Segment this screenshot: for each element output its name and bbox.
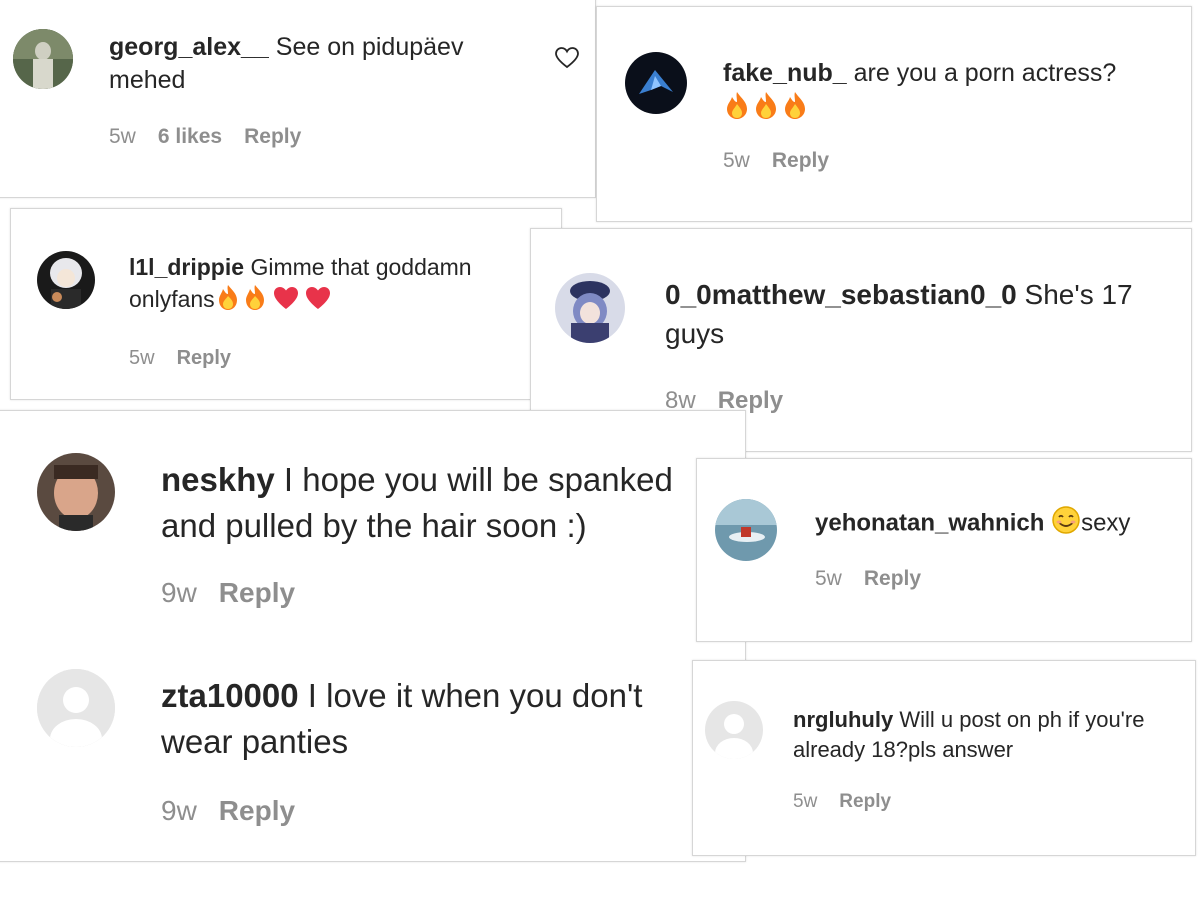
comment-card: fake_nub_ are you a porn actress? 5w Repl… xyxy=(596,6,1192,222)
comment-meta: 9w Reply xyxy=(161,795,317,827)
avatar[interactable] xyxy=(555,273,625,343)
timestamp: 5w xyxy=(129,347,155,369)
timestamp: 9w xyxy=(161,577,197,608)
comment-meta: 5w Reply xyxy=(129,347,253,370)
photo-avatar-icon xyxy=(715,499,777,561)
comment-card: yehonatan_wahnich sexy 5w Reply xyxy=(696,458,1192,642)
reply-button[interactable]: Reply xyxy=(839,791,891,812)
timestamp: 5w xyxy=(793,791,818,812)
username[interactable]: nrgluhuly xyxy=(793,707,893,732)
avatar[interactable] xyxy=(705,701,763,759)
username[interactable]: fake_nub_ xyxy=(723,59,847,87)
username[interactable]: l1l_drippie xyxy=(129,254,244,280)
comment-card: neskhy I hope you will be spanked and pu… xyxy=(0,410,746,862)
comment-body: neskhy I hope you will be spanked and pu… xyxy=(161,457,701,548)
timestamp: 9w xyxy=(161,795,197,826)
avatar[interactable] xyxy=(37,453,115,531)
photo-avatar-icon xyxy=(13,29,73,89)
photo-avatar-icon xyxy=(37,251,95,309)
username[interactable]: georg_alex__ xyxy=(109,33,269,61)
photo-avatar-icon xyxy=(555,273,625,343)
heart-outline-icon[interactable] xyxy=(555,47,579,69)
comment-text: are you a porn actress? xyxy=(853,59,1117,87)
comment-card: georg_alex__ See on pidupäev mehed 5w 6 l… xyxy=(0,0,596,198)
comment-meta: 5w Reply xyxy=(793,791,913,813)
comment-body: nrgluhuly Will u post on ph if you're al… xyxy=(793,705,1163,765)
comment-body: yehonatan_wahnich sexy xyxy=(815,505,1185,543)
photo-avatar-icon xyxy=(37,453,115,531)
username[interactable]: zta10000 xyxy=(161,677,299,714)
comment-meta: 5w Reply xyxy=(815,567,943,591)
avatar[interactable] xyxy=(13,29,73,89)
emoji-group xyxy=(215,283,337,319)
username[interactable]: yehonatan_wahnich xyxy=(815,509,1044,536)
reply-button[interactable]: Reply xyxy=(772,149,829,172)
avatar[interactable] xyxy=(715,499,777,561)
comment-meta: 5w 6 likes Reply xyxy=(109,125,323,149)
reply-button[interactable]: Reply xyxy=(219,795,295,826)
timestamp: 5w xyxy=(109,125,136,148)
reply-button[interactable]: Reply xyxy=(177,347,231,369)
comment-card: nrgluhuly Will u post on ph if you're al… xyxy=(692,660,1196,856)
comment-text: sexy xyxy=(1081,509,1131,537)
likes-count[interactable]: 6 likes xyxy=(158,125,222,148)
username[interactable]: neskhy xyxy=(161,461,275,498)
reply-button[interactable]: Reply xyxy=(219,577,295,608)
comment-body: georg_alex__ See on pidupäev mehed xyxy=(109,31,529,96)
avatar[interactable] xyxy=(37,669,115,747)
timestamp: 5w xyxy=(723,149,750,172)
comment-body: l1l_drippie Gimme that goddamn onlyfans xyxy=(129,253,549,319)
avatar[interactable] xyxy=(37,251,95,309)
comment-body: fake_nub_ are you a porn actress? xyxy=(723,57,1163,128)
photo-avatar-icon xyxy=(625,52,687,114)
comment-card: l1l_drippie Gimme that goddamn onlyfans … xyxy=(10,208,562,400)
comment-body: zta10000 I love it when you don't wear p… xyxy=(161,673,701,764)
default-avatar-icon xyxy=(37,669,115,747)
comment-meta: 9w Reply xyxy=(161,577,317,609)
default-avatar-icon xyxy=(705,701,763,759)
comment-body: 0_0matthew_sebastian0_0 She's 17 guys xyxy=(665,275,1175,353)
avatar[interactable] xyxy=(625,52,687,114)
smiling-face-emoji-icon xyxy=(1051,505,1081,543)
reply-button[interactable]: Reply xyxy=(244,125,301,148)
reply-button[interactable]: Reply xyxy=(864,567,921,590)
username[interactable]: 0_0matthew_sebastian0_0 xyxy=(665,279,1017,310)
timestamp: 5w xyxy=(815,567,842,590)
comment-meta: 5w Reply xyxy=(723,149,851,173)
fire-emoji-icon xyxy=(218,284,237,310)
fire-emoji-icon xyxy=(723,90,813,129)
